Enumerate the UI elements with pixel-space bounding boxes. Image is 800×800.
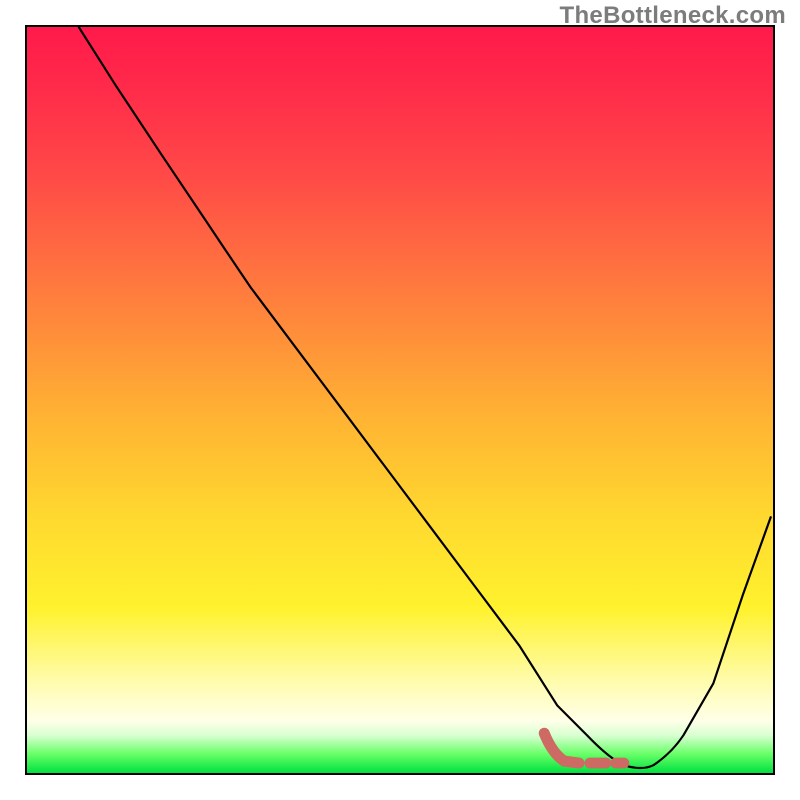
curve-layer: [27, 27, 773, 773]
bottleneck-curve: [79, 27, 771, 768]
plot-frame: [25, 25, 775, 775]
chart-stage: TheBottleneck.com: [0, 0, 800, 800]
